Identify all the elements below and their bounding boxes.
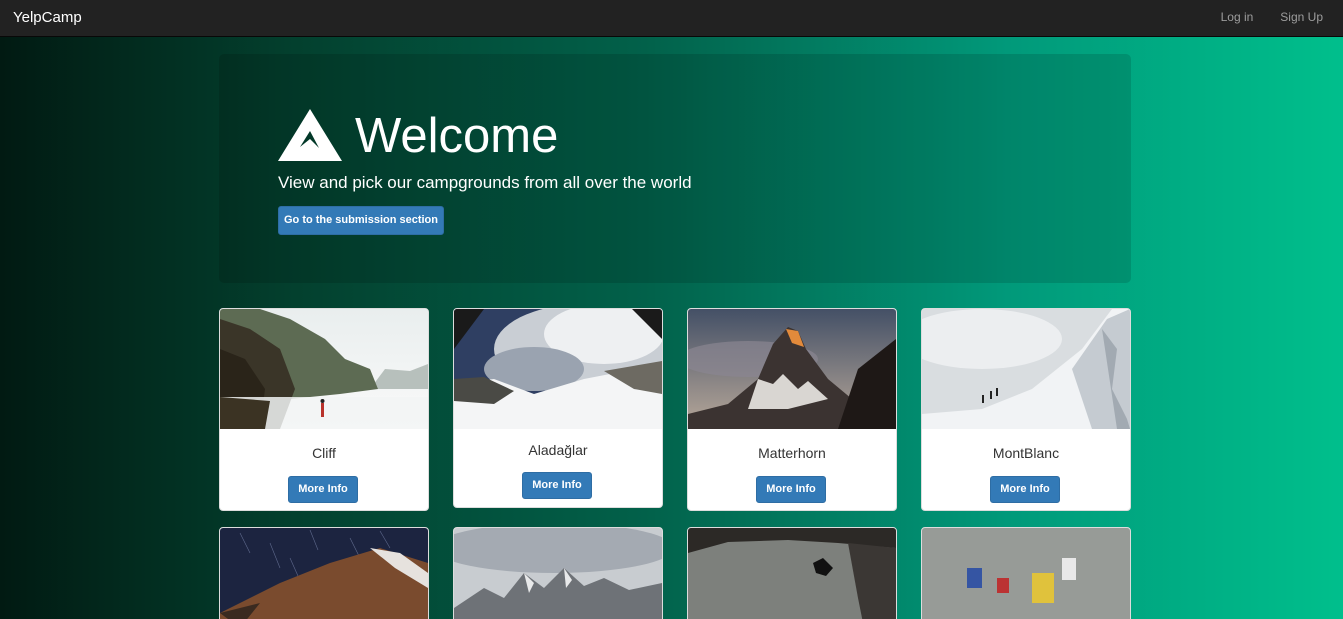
campground-name: Cliff <box>312 445 336 461</box>
signup-link[interactable]: Sign Up <box>1280 0 1343 37</box>
mountain-icon <box>278 109 342 161</box>
login-link[interactable]: Log in <box>1221 0 1281 37</box>
submission-section-button[interactable]: Go to the submission section <box>278 206 444 235</box>
campground-card: Matterhorn More Info <box>687 308 897 511</box>
campground-image <box>922 528 1130 619</box>
more-info-button[interactable]: More Info <box>990 476 1060 503</box>
campground-image-aladaglar <box>454 309 662 429</box>
campground-name: Matterhorn <box>758 445 826 461</box>
welcome-title: Welcome <box>355 109 559 163</box>
campground-card <box>453 527 663 619</box>
navbar: YelpCamp Log in Sign Up <box>0 0 1343 37</box>
campground-image <box>220 528 428 619</box>
more-info-button[interactable]: More Info <box>288 476 358 503</box>
campground-image-cliff <box>220 309 428 429</box>
campground-card <box>687 527 897 619</box>
jumbotron: Welcome View and pick our campgrounds fr… <box>219 54 1131 283</box>
nav-right: Log in Sign Up <box>1221 0 1343 37</box>
campground-card: MontBlanc More Info <box>921 308 1131 511</box>
more-info-button[interactable]: More Info <box>756 476 826 503</box>
campground-image-matterhorn <box>688 309 896 429</box>
brand-link[interactable]: YelpCamp <box>13 9 82 26</box>
campground-image-montblanc <box>922 309 1130 429</box>
campground-card <box>219 527 429 619</box>
campground-name: MontBlanc <box>992 445 1060 461</box>
more-info-button[interactable]: More Info <box>522 472 592 499</box>
campground-image <box>454 528 662 619</box>
welcome-subtitle: View and pick our campgrounds from all o… <box>278 173 692 192</box>
campground-card: Cliff More Info <box>219 308 429 511</box>
campground-name: Aladağlar <box>528 442 588 458</box>
campground-image <box>688 528 896 619</box>
campground-card <box>921 527 1131 619</box>
campground-card: Aladağlar More Info <box>453 308 663 508</box>
